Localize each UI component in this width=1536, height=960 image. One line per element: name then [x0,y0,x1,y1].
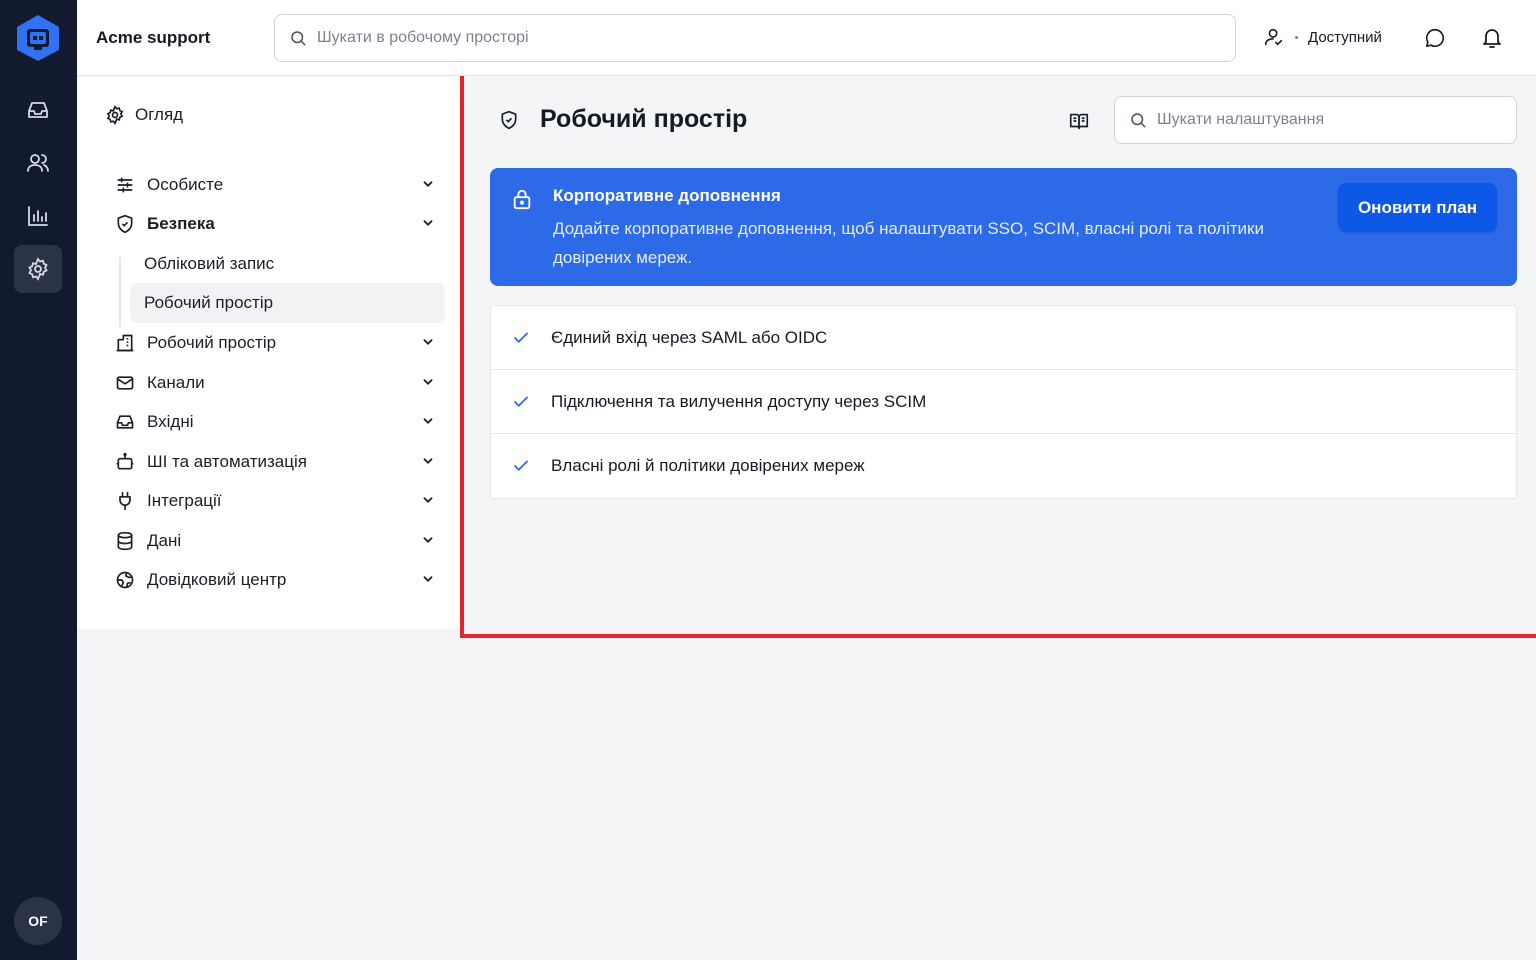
plug-icon [115,491,135,511]
shield-icon [499,110,519,130]
top-bar: Acme support Доступний [77,0,1536,76]
nav-item-channels[interactable]: Канали [115,366,435,400]
users-icon [26,151,50,175]
org-name[interactable]: Acme support [96,28,210,48]
submenu-guide-line [119,257,121,327]
user-avatar[interactable]: OF [14,897,62,945]
bell-icon [1480,26,1504,50]
nav-subitem-account[interactable]: Обліковий запис [130,244,445,284]
workspace-search[interactable] [274,14,1236,62]
mail-icon [115,373,135,393]
notifications-button[interactable] [1474,20,1510,56]
nav-overview-label: Огляд [135,105,184,124]
enterprise-addon-banner: Корпоративне доповнення Додайте корпорат… [490,168,1517,286]
feature-label: Підключення та вилучення доступу через S… [551,391,927,411]
bot-icon [115,452,135,472]
nav-item-inboxes[interactable]: Вхідні [115,405,435,439]
nav-item-help-center[interactable]: Довідковий центр [115,563,435,597]
gear-icon [105,105,125,125]
inbox-icon [26,98,50,122]
database-icon [115,531,135,551]
feature-label: Єдиний вхід через SAML або OIDC [551,327,828,347]
sliders-icon [115,175,135,195]
workspace-search-input[interactable] [317,29,1197,47]
banner-description: Додайте корпоративне доповнення, щоб нал… [553,219,1264,267]
feature-label: Власні ролі й політики довірених мереж [551,456,865,475]
nav-item-label: Робочий простір [147,333,277,352]
app-logo-icon[interactable] [16,14,60,62]
nav-item-personal[interactable]: Особисте [115,168,435,202]
nav-item-workspace[interactable]: Робочий простір [115,326,435,360]
chart-icon [26,204,50,228]
nav-item-integrations[interactable]: Інтеграції [115,484,435,518]
globe-icon [115,570,135,590]
status-separator [1295,35,1298,39]
nav-item-label: Особисте [147,175,224,194]
list-item: Єдиний вхід через SAML або OIDC [491,306,1516,370]
check-icon [512,329,530,347]
status-label: Доступний [1308,28,1382,46]
upgrade-plan-button[interactable]: Оновити план [1338,183,1497,232]
chevron-down-icon [421,177,435,191]
rail-inbox[interactable] [14,86,62,134]
chevron-down-icon [421,375,435,389]
shield-icon [115,214,135,234]
chevron-down-icon [421,414,435,428]
nav-subitem-workspace[interactable]: Робочий простір [130,283,445,323]
app-rail: OF [0,0,77,960]
nav-item-label: Довідковий центр [147,570,287,589]
nav-item-label: Дані [147,531,182,550]
nav-item-label: ШІ та автоматизація [147,452,307,471]
chat-bubble-icon [1424,27,1446,49]
nav-item-label: Вхідні [147,412,194,431]
building-icon [115,333,135,353]
chevron-down-icon [421,454,435,468]
nav-item-label: Канали [147,373,205,392]
check-icon [512,393,530,411]
book-open-icon[interactable] [1068,110,1090,132]
lock-icon [511,187,533,211]
search-icon [1129,111,1147,129]
chevron-down-icon [421,216,435,230]
nav-item-label: Безпека [147,214,215,233]
user-icon [1263,26,1285,48]
chevron-down-icon [421,493,435,507]
nav-item-data[interactable]: Дані [115,524,435,558]
list-item: Власні ролі й політики довірених мереж [491,434,1516,498]
banner-title: Корпоративне доповнення [553,186,781,205]
rail-contacts[interactable] [14,139,62,187]
chevron-down-icon [421,335,435,349]
chat-button[interactable] [1417,20,1453,56]
nav-item-ai-automation[interactable]: ШІ та автоматизація [115,445,435,479]
page-title: Робочий простір [540,105,748,133]
inbox-icon [115,412,135,432]
check-icon [512,457,530,475]
settings-search[interactable] [1114,96,1517,144]
rail-settings[interactable] [14,245,62,293]
settings-search-input[interactable] [1157,111,1497,129]
nav-item-security[interactable]: Безпека [115,207,435,241]
chevron-down-icon [421,572,435,586]
nav-item-label: Інтеграції [147,491,222,510]
availability-status[interactable]: Доступний [1263,26,1382,48]
gear-icon [26,257,50,281]
chevron-down-icon [421,533,435,547]
search-icon [289,29,307,47]
nav-overview[interactable]: Огляд [105,105,183,125]
rail-reports[interactable] [14,192,62,240]
settings-nav: Огляд Особисте Безпека Обліковий запис Р… [77,77,460,629]
list-item: Підключення та вилучення доступу через S… [491,370,1516,434]
feature-list: Єдиний вхід через SAML або OIDC Підключе… [490,305,1517,499]
